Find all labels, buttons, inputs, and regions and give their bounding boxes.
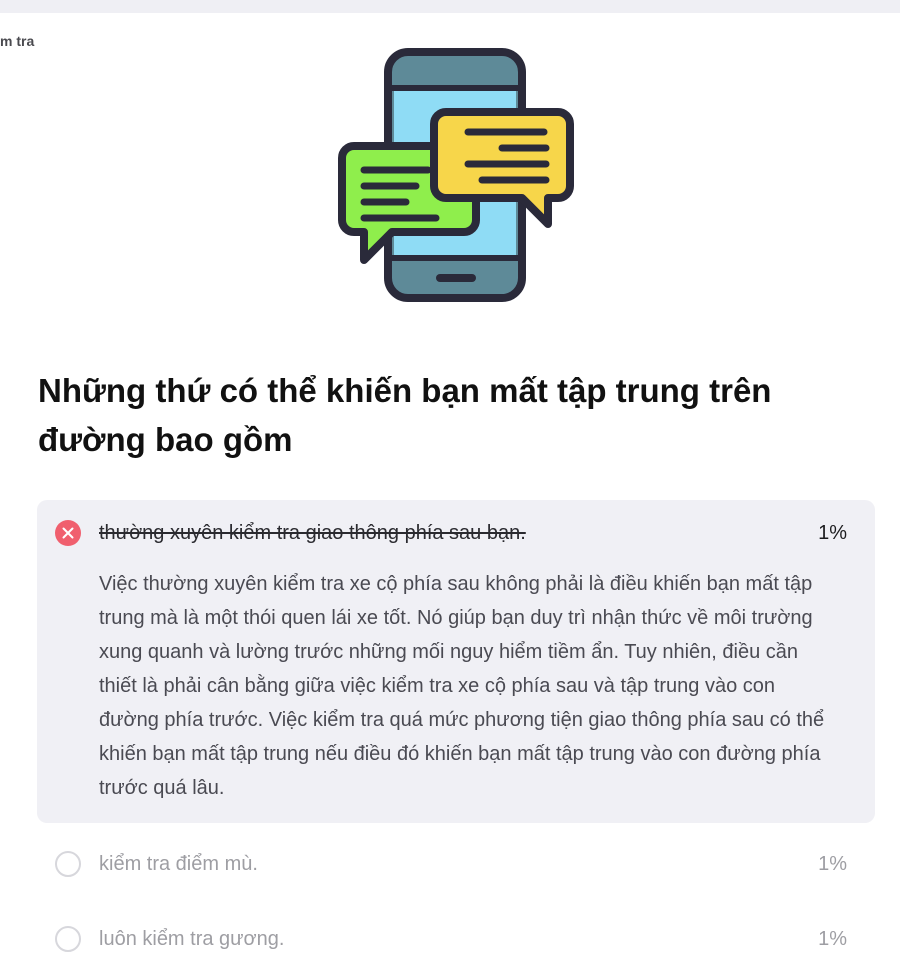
answer-option-2[interactable]: kiểm tra điểm mù. 1% <box>37 848 875 880</box>
answer-label: kiểm tra điểm mù. <box>99 852 258 875</box>
radio-circle-icon <box>55 926 81 952</box>
answer-option-3[interactable]: luôn kiểm tra gương. 1% <box>37 923 875 955</box>
top-strip <box>0 0 900 13</box>
answer-percent: 1% <box>818 927 847 950</box>
answer-label: luôn kiểm tra gương. <box>99 927 285 950</box>
breadcrumb: m tra <box>0 33 35 49</box>
answer-option-1[interactable]: thường xuyên kiểm tra giao thông phía sa… <box>37 500 875 823</box>
answer-list: thường xuyên kiểm tra giao thông phía sa… <box>37 500 875 955</box>
answer-explanation: Việc thường xuyên kiểm tra xe cộ phía sa… <box>99 573 825 799</box>
radio-circle-icon <box>55 851 81 877</box>
question-title: Những thứ có thể khiến bạn mất tập trung… <box>38 372 772 458</box>
answer-percent: 1% <box>818 852 847 875</box>
answer-percent: 1% <box>818 521 847 544</box>
answer-label: thường xuyên kiểm tra giao thông phía sa… <box>99 521 526 544</box>
incorrect-x-icon <box>55 520 81 546</box>
phone-chat-bubbles-icon <box>338 48 574 302</box>
